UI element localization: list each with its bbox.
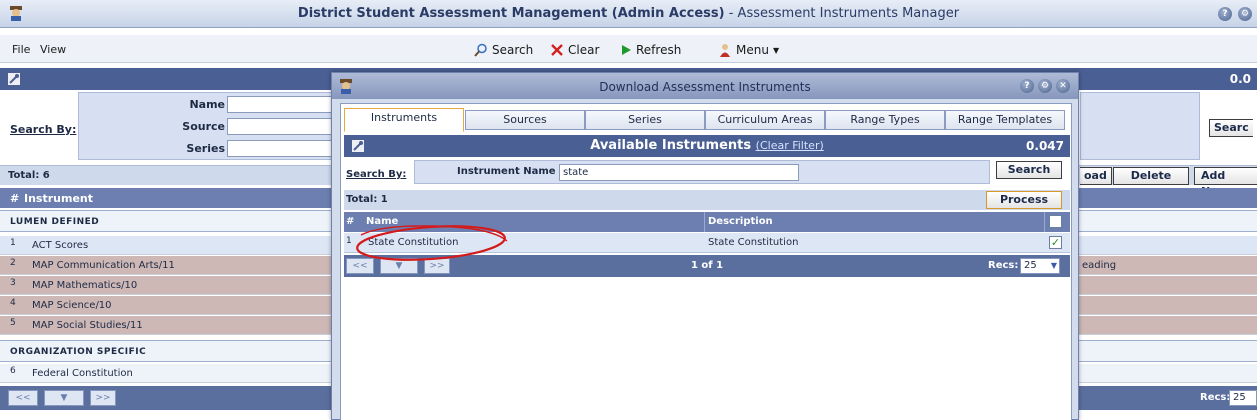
series-input[interactable] bbox=[227, 140, 337, 157]
main-recs-label: Recs: bbox=[1200, 392, 1231, 403]
settings-icon[interactable]: ⚙ bbox=[1238, 7, 1252, 21]
search-criteria-box-right bbox=[1080, 92, 1200, 160]
clear-tool-button[interactable]: Clear bbox=[550, 43, 599, 57]
person-icon bbox=[720, 44, 730, 57]
dialog-search-box: Instrument Name state bbox=[414, 160, 990, 184]
dialog-help-icon[interactable]: ? bbox=[1020, 79, 1034, 93]
window-title: District Student Assessment Management (… bbox=[297, 6, 960, 21]
download-dialog: Download Assessment Instruments ? ⚙ ✕ In… bbox=[331, 72, 1079, 420]
highlight-circle-annotation bbox=[356, 225, 508, 261]
column-divider bbox=[704, 212, 705, 232]
menu-toolbar: File View Search Clear Refresh Menu ▼ bbox=[0, 35, 1257, 63]
search-icon bbox=[474, 43, 487, 57]
main-next-button[interactable]: >> bbox=[90, 390, 116, 406]
col-num-header: # bbox=[10, 192, 20, 205]
row-checkbox[interactable]: ✓ bbox=[1049, 236, 1062, 249]
process-button[interactable]: Process bbox=[986, 191, 1062, 209]
delete-button[interactable]: Delete bbox=[1113, 167, 1189, 185]
dialog-total-bar: Total: 1 Process bbox=[344, 190, 1070, 210]
column-divider bbox=[1044, 212, 1045, 232]
search-tool-button[interactable]: Search bbox=[474, 43, 533, 57]
dialog-body: Instruments Sources Series Curriculum Ar… bbox=[340, 103, 1072, 420]
dialog-search-by-label: Search By: bbox=[346, 169, 407, 180]
play-icon bbox=[622, 45, 631, 55]
main-total: Total: 6 bbox=[8, 170, 50, 181]
window-title-bar: District Student Assessment Management (… bbox=[0, 0, 1257, 28]
name-input[interactable] bbox=[227, 96, 337, 113]
chevron-down-icon: ▼ bbox=[1050, 261, 1057, 270]
tab-series[interactable]: Series bbox=[585, 110, 705, 130]
tab-curriculum-areas[interactable]: Curriculum Areas bbox=[705, 110, 825, 130]
instrument-name-input[interactable]: state bbox=[559, 164, 799, 181]
main-prev-button[interactable]: << bbox=[8, 390, 38, 406]
clear-filter-link[interactable]: (Clear Filter) bbox=[756, 139, 824, 152]
tab-sources[interactable]: Sources bbox=[465, 110, 585, 130]
menu-view[interactable]: View bbox=[40, 43, 66, 56]
dialog-search-area: Search By: Instrument Name state Search bbox=[344, 160, 1070, 186]
instrument-name-label: Instrument Name bbox=[457, 166, 556, 177]
name-label: Name bbox=[189, 98, 225, 111]
main-recs-select[interactable]: 25 bbox=[1229, 390, 1257, 406]
series-label: Series bbox=[186, 142, 225, 155]
chevron-down-icon: ▼ bbox=[60, 393, 68, 403]
available-instruments-title: Available Instruments bbox=[590, 138, 752, 153]
main-ratio: 0.0 bbox=[1229, 72, 1251, 86]
dialog-settings-icon[interactable]: ⚙ bbox=[1038, 79, 1052, 93]
search-by-label: Search By: bbox=[10, 123, 77, 136]
search-criteria-box: Name Source Series bbox=[78, 92, 338, 160]
row-description: State Constitution bbox=[708, 237, 799, 248]
tab-range-templates[interactable]: Range Templates bbox=[945, 110, 1065, 130]
refresh-tool-button[interactable]: Refresh bbox=[620, 43, 681, 57]
tab-range-types[interactable]: Range Types bbox=[825, 110, 945, 130]
dialog-title: Download Assessment Instruments bbox=[599, 80, 811, 94]
wrench-icon bbox=[8, 73, 20, 85]
clear-x-icon bbox=[551, 44, 563, 56]
dialog-close-icon[interactable]: ✕ bbox=[1056, 79, 1070, 93]
source-input[interactable] bbox=[227, 118, 337, 135]
dialog-title-bar[interactable]: Download Assessment Instruments ? ⚙ ✕ bbox=[332, 73, 1078, 99]
menu-file[interactable]: File bbox=[12, 43, 30, 56]
available-instruments-header: Available Instruments (Clear Filter) 0.0… bbox=[344, 135, 1070, 157]
dialog-recs-select[interactable]: 25 ▼ bbox=[1020, 258, 1060, 274]
dialog-ratio: 0.047 bbox=[1026, 139, 1064, 153]
menu-dropdown-button[interactable]: Menu ▼ bbox=[718, 43, 779, 57]
dialog-search-button[interactable]: Search bbox=[996, 161, 1062, 179]
dialog-total: Total: 1 bbox=[346, 194, 388, 205]
caret-down-icon: ▼ bbox=[772, 45, 780, 55]
dialog-col-description[interactable]: Description bbox=[708, 216, 773, 227]
add-new-button[interactable]: Add New bbox=[1194, 167, 1257, 198]
dialog-recs-label: Recs: bbox=[988, 260, 1019, 271]
main-page-select[interactable]: ▼ bbox=[44, 390, 84, 406]
help-icon[interactable]: ? bbox=[1218, 7, 1232, 21]
tab-instruments[interactable]: Instruments bbox=[344, 108, 464, 132]
main-search-button[interactable]: Searc bbox=[1209, 119, 1253, 137]
download-button[interactable]: oad bbox=[1080, 167, 1112, 185]
source-label: Source bbox=[182, 120, 225, 133]
select-all-checkbox[interactable] bbox=[1049, 215, 1062, 228]
col-instrument-header[interactable]: Instrument bbox=[24, 192, 93, 205]
